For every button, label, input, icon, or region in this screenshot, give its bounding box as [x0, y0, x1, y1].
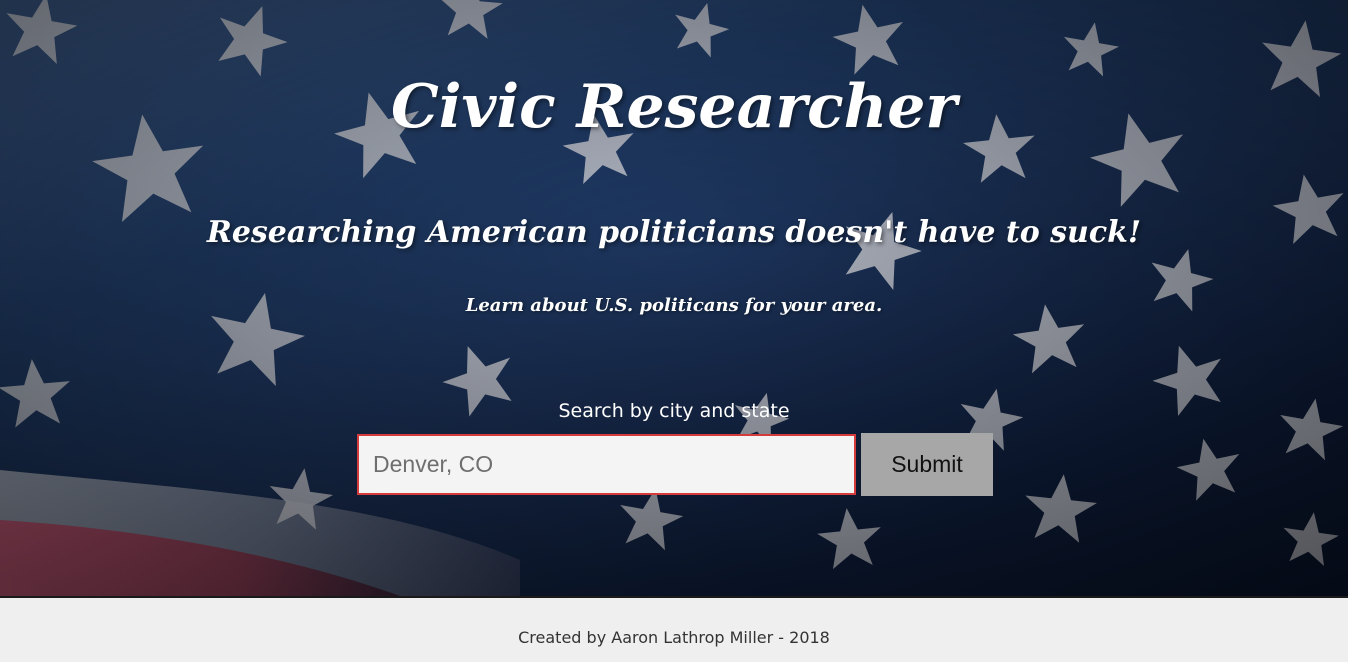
hero-section: Civic Researcher Researching American po…	[0, 0, 1348, 596]
subtitle: Learn about U.S. politicans for your are…	[465, 295, 883, 316]
search-input[interactable]	[357, 434, 856, 495]
tagline: Researching American politicians doesn't…	[206, 215, 1142, 250]
footer: Created by Aaron Lathrop Miller - 2018	[0, 596, 1348, 662]
hero-content: Civic Researcher Researching American po…	[0, 0, 1348, 596]
search-label: Search by city and state	[558, 400, 790, 422]
footer-credit: Created by Aaron Lathrop Miller - 2018	[518, 628, 830, 647]
submit-button[interactable]: Submit	[861, 433, 993, 496]
page-title: Civic Researcher	[390, 72, 958, 142]
